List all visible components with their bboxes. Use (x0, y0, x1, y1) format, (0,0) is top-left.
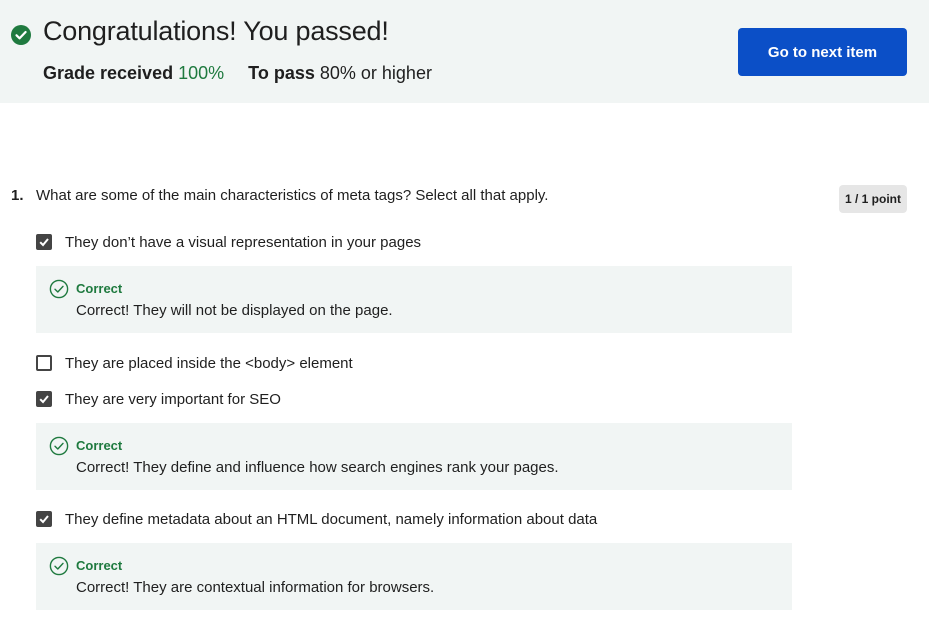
option-label: They are very important for SEO (65, 391, 281, 408)
question-number: 1. (11, 187, 24, 204)
pass-banner: Congratulations! You passed! Grade recei… (0, 0, 929, 103)
feedback-box: Correct Correct! They define and influen… (36, 423, 792, 490)
feedback-text: Correct! They define and influence how s… (76, 459, 559, 476)
feedback-text: Correct! They will not be displayed on t… (76, 302, 393, 319)
checkbox-checked[interactable] (36, 391, 52, 407)
checkbox-unchecked[interactable] (36, 355, 52, 371)
grade-summary: Grade received 100% To pass 80% or highe… (43, 63, 432, 84)
feedback-title: Correct (76, 558, 123, 573)
question-text: What are some of the main characteristic… (36, 187, 549, 204)
checkmark-icon (39, 515, 49, 524)
checkmark-icon (39, 238, 49, 247)
option-label: They are placed inside the <body> elemen… (65, 355, 353, 372)
points-badge: 1 / 1 point (839, 185, 907, 213)
feedback-title: Correct (76, 281, 123, 296)
feedback-title: Correct (76, 438, 123, 453)
pass-value: 80% or higher (319, 63, 432, 83)
check-circle-outline-icon (49, 436, 69, 456)
checkbox-checked[interactable] (36, 511, 52, 527)
page-title: Congratulations! You passed! (43, 16, 389, 46)
check-circle-icon (11, 25, 31, 45)
option-label: They define metadata about an HTML docum… (65, 511, 598, 528)
checkmark-icon (39, 395, 49, 404)
grade-value: 100% (178, 63, 225, 83)
check-circle-outline-icon (49, 279, 69, 299)
go-to-next-item-button[interactable]: Go to next item (738, 28, 907, 76)
feedback-box: Correct Correct! They are contextual inf… (36, 543, 792, 610)
feedback-box: Correct Correct! They will not be displa… (36, 266, 792, 333)
pass-label: To pass (248, 63, 315, 83)
feedback-text: Correct! They are contextual information… (76, 579, 435, 596)
check-circle-outline-icon (49, 556, 69, 576)
checkbox-checked[interactable] (36, 234, 52, 250)
option-label: They don’t have a visual representation … (65, 234, 422, 251)
grade-label: Grade received (43, 63, 174, 83)
